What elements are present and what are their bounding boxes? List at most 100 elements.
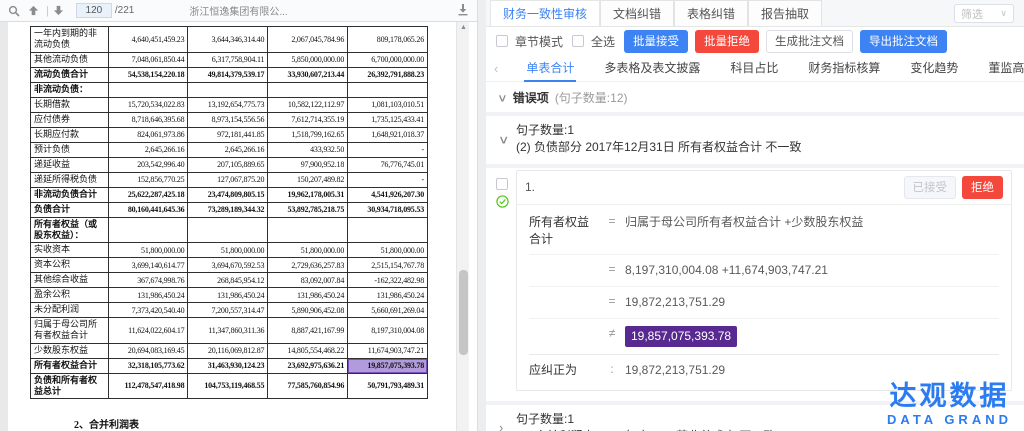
issue-title: (2) 负债部分 2017年12月31日 所有者权益合计 不一致: [516, 139, 1012, 156]
viewer-left-gutter: [0, 22, 8, 431]
viewer-scrollbar[interactable]: ▲: [456, 22, 469, 431]
table-row: 负债合计80,160,441,645.3673,289,189,344.3253…: [31, 202, 428, 217]
row-label: 递延收益: [31, 157, 109, 172]
table-row: 流动负债合计54,538,154,220.1849,814,379,539.17…: [31, 67, 428, 82]
table-row: 应付债券8,718,646,395.688,973,154,556.567,61…: [31, 112, 428, 127]
table-cell: 13,192,654,775.73: [188, 97, 268, 112]
table-row: 长期借款15,720,534,022.8313,192,654,775.7310…: [31, 97, 428, 112]
table-cell: 1,735,125,433.41: [348, 112, 428, 127]
row-label: 所有者权益（或股东权益）：: [31, 217, 109, 243]
formula-value: 归属于母公司所有者权益合计 +少数股东权益: [625, 214, 999, 231]
table-cell: 30,934,718,095.53: [348, 202, 428, 217]
formula-row: =19,872,213,751.29: [529, 286, 999, 318]
page-down-icon[interactable]: [51, 3, 67, 19]
table-cell: 10,582,122,112.97: [268, 97, 348, 112]
page-number-input[interactable]: [76, 3, 112, 18]
table-cell: 14,805,554,468.22: [268, 343, 348, 358]
table-row: 预计负债2,645,266.162,645,266.16433,932.50-: [31, 142, 428, 157]
table-cell: 268,845,954.12: [188, 273, 268, 288]
issue-sentence-count: 句子数量:1: [516, 122, 1012, 139]
table-cell: 104,753,119,468.55: [188, 373, 268, 399]
scrollbar-thumb[interactable]: [459, 270, 468, 355]
table-cell: 51,800,000.00: [268, 243, 348, 258]
table-cell: 131,986,450.24: [108, 288, 188, 303]
sub-tab[interactable]: 单表合计: [524, 54, 576, 82]
batch-action-bar: 章节模式 全选 批量接受 批量拒绝 生成批注文档 导出批注文档: [486, 27, 1024, 55]
filter-select[interactable]: 筛选 ∨: [954, 4, 1014, 23]
table-cell: 433,932.50: [268, 142, 348, 157]
error-group-header[interactable]: ∨ 错误项 (句子数量:12): [486, 82, 1024, 112]
issue-card-header: 1. 已接受 拒绝: [517, 171, 1011, 205]
main-tab[interactable]: 文档纠错: [600, 0, 674, 26]
sub-tab[interactable]: 多表格及表文披露: [602, 54, 702, 82]
reject-button[interactable]: 拒绝: [962, 176, 1003, 199]
batch-accept-button[interactable]: 批量接受: [624, 30, 688, 53]
table-row: 非流动负债：: [31, 82, 428, 97]
select-all-checkbox[interactable]: [572, 35, 584, 47]
table-row: 一年内到期的非流动负债4,640,451,459.233,644,346,314…: [31, 27, 428, 53]
table-cell: [348, 82, 428, 97]
table-row: 少数股东权益20,694,083,169.4520,116,069,812.87…: [31, 343, 428, 358]
table-cell: 1,648,921,018.37: [348, 127, 428, 142]
balance-sheet-table: 一年内到期的非流动负债4,640,451,459.233,644,346,314…: [30, 26, 428, 399]
table-row: 实收资本51,800,000.0051,800,000.0051,800,000…: [31, 243, 428, 258]
main-tab[interactable]: 表格纠错: [674, 0, 748, 26]
accepted-button[interactable]: 已接受: [904, 176, 957, 199]
table-cell: 5,850,000,000.00: [268, 52, 348, 67]
issue-checkbox[interactable]: [496, 178, 508, 190]
row-label: 应付债券: [31, 112, 109, 127]
table-cell: 5,660,691,269.04: [348, 303, 428, 318]
formula-operator: ≠: [599, 326, 625, 340]
issue-header-expanded[interactable]: ∨ 句子数量:1 (2) 负债部分 2017年12月31日 所有者权益合计 不一…: [486, 116, 1024, 164]
table-cell: [108, 82, 188, 97]
sub-tab[interactable]: 变化趋势: [908, 54, 960, 82]
sub-tab[interactable]: 科目占比: [728, 54, 780, 82]
table-row: 未分配利润7,373,420,540.407,200,557,314.475,8…: [31, 303, 428, 318]
table-cell: 2,067,045,784.96: [268, 27, 348, 53]
row-label: 其他流动负债: [31, 52, 109, 67]
row-label: 长期借款: [31, 97, 109, 112]
row-label: 其他综合收益: [31, 273, 109, 288]
table-cell: 2,645,266.16: [188, 142, 268, 157]
main-tab[interactable]: 财务一致性审核: [490, 0, 600, 26]
sub-tab[interactable]: 董监高人员: [986, 54, 1024, 82]
tabs-scroll-left-icon[interactable]: ‹: [494, 61, 498, 76]
table-cell: 8,887,421,167.99: [268, 318, 348, 344]
row-label: 长期应付款: [31, 127, 109, 142]
table-cell: -162,322,482.98: [348, 273, 428, 288]
formula-value: 19,872,213,751.29: [625, 362, 999, 379]
main-tab[interactable]: 报告抽取: [748, 0, 822, 26]
table-cell: [188, 82, 268, 97]
table-cell: 1,081,103,010.51: [348, 97, 428, 112]
issue-header-collapsed[interactable]: ›句子数量:12、合并利润表 2017年度 二、营业总成本 不一致: [486, 405, 1024, 431]
download-icon[interactable]: [457, 3, 469, 21]
table-cell: 809,178,065.26: [348, 27, 428, 53]
app-window: | /221 浙江恒逸集团有限公... 一年内到期的非流动负债4,640,451…: [0, 0, 1024, 431]
formula-value: 19,872,213,751.29: [625, 294, 999, 311]
table-cell: [348, 217, 428, 243]
issue-list: ∨ 错误项 (句子数量:12) ∨ 句子数量:1 (2) 负债部分 2017年1…: [486, 82, 1024, 431]
issue-card: 1. 已接受 拒绝 所有者权益合计=归属于母公司所有者权益合计 +少数股东权益=…: [516, 170, 1012, 391]
table-cell: 53,892,785,218.75: [268, 202, 348, 217]
table-cell: 32,318,105,773.62: [108, 358, 188, 373]
scrollbar-up-arrow[interactable]: ▲: [457, 22, 470, 34]
chapter-mode-checkbox[interactable]: [496, 35, 508, 47]
table-cell: 51,800,000.00: [348, 243, 428, 258]
highlighted-mismatch-cell[interactable]: 19,857,075,393.78: [348, 358, 428, 373]
table-row: 负债和所有者权益总计112,478,547,418.98104,753,119,…: [31, 373, 428, 399]
generate-annotated-doc-button[interactable]: 生成批注文档: [766, 30, 853, 53]
table-cell: -: [348, 142, 428, 157]
table-cell: 73,289,189,344.32: [188, 202, 268, 217]
table-cell: 7,200,557,314.47: [188, 303, 268, 318]
chevron-down-icon: ∨: [1000, 8, 1007, 19]
export-annotated-doc-button[interactable]: 导出批注文档: [860, 30, 947, 53]
batch-reject-button[interactable]: 批量拒绝: [695, 30, 759, 53]
page-total: /221: [115, 5, 134, 16]
main-tab-bar: 财务一致性审核文档纠错表格纠错报告抽取 筛选 ∨: [486, 0, 1024, 27]
sub-tab[interactable]: 财务指标核算: [806, 54, 882, 82]
page-up-icon[interactable]: [25, 3, 41, 19]
formula-row: 应纠正为:19,872,213,751.29: [529, 354, 999, 386]
table-cell: 2,729,636,257.83: [268, 258, 348, 273]
search-zoom-icon[interactable]: [6, 3, 22, 19]
pane-divider: [478, 0, 486, 431]
